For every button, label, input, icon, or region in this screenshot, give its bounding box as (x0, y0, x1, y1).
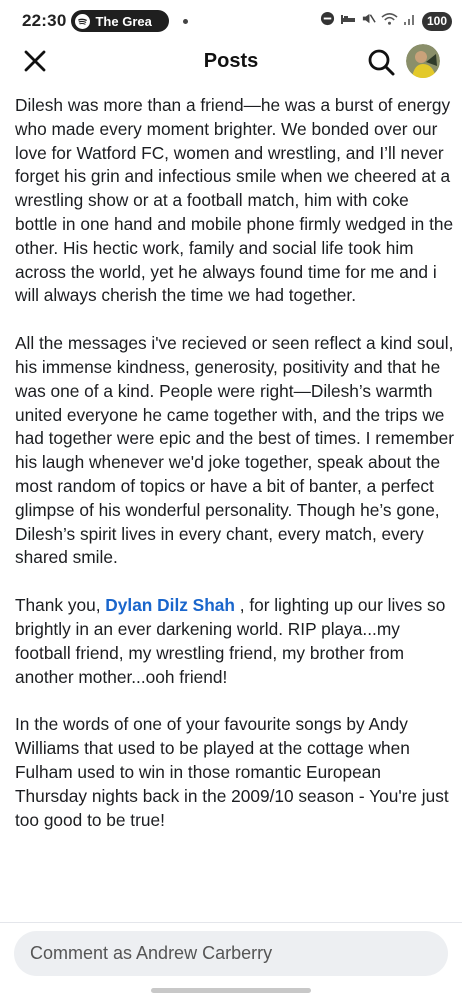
media-pill[interactable]: The Grea (71, 10, 170, 32)
mute-icon (361, 11, 376, 31)
close-icon (24, 50, 46, 72)
post-content: Dilesh was more than a friend—he was a b… (15, 94, 455, 856)
post-paragraph: In the words of one of your favourite so… (15, 714, 449, 830)
mention-link[interactable]: Dylan Dilz Shah (105, 595, 235, 615)
notification-dot-icon (183, 18, 189, 24)
home-indicator[interactable] (151, 988, 311, 993)
search-button[interactable] (366, 47, 396, 77)
post-paragraph: Thank you, Dylan Dilz Shah , for lightin… (15, 594, 455, 689)
comment-input[interactable]: Comment as Andrew Carberry (14, 931, 448, 976)
search-icon (368, 49, 395, 76)
spotify-icon (75, 13, 91, 29)
status-icons: 100 (320, 11, 452, 31)
wifi-icon (381, 12, 398, 31)
sleep-mode-icon (340, 12, 356, 31)
paragraph-text: Thank you, (15, 595, 106, 616)
signal-icon (403, 12, 417, 31)
status-bar: 22:30 The Grea 100 (0, 0, 462, 42)
post-paragraph: All the messages i've recieved or seen r… (15, 333, 454, 568)
comment-placeholder: Comment as Andrew Carberry (30, 943, 273, 963)
battery-indicator: 100 (421, 11, 452, 31)
do-not-disturb-icon (320, 11, 335, 31)
avatar[interactable] (406, 44, 440, 78)
media-label: The Grea (95, 13, 152, 29)
top-app-bar: Posts (0, 42, 462, 82)
status-time: 22:30 (22, 11, 67, 30)
close-button[interactable] (22, 48, 48, 74)
post-paragraph: Dilesh was more than a friend—he was a b… (15, 95, 454, 306)
